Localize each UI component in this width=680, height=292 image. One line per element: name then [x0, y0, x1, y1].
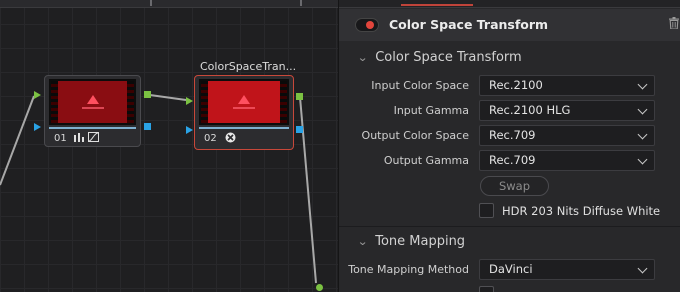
- node-01-thumbnail: [49, 79, 136, 125]
- input-color-space-label: Input Color Space: [371, 79, 469, 92]
- tone-mapping-method-dropdown[interactable]: DaVinci: [479, 259, 655, 280]
- node-01-rgb-input[interactable]: [34, 91, 41, 99]
- node-02-rgb-output[interactable]: [296, 93, 303, 100]
- output-gamma-label: Output Gamma: [383, 154, 469, 167]
- curve-icon: [88, 132, 99, 145]
- wire-node-02-to-output: [299, 96, 317, 284]
- dropdown-value: DaVinci: [489, 262, 533, 276]
- section-header-tone-mapping[interactable]: ⌄ Tone Mapping: [357, 234, 466, 249]
- section-divider: [339, 226, 680, 227]
- output-gamma-dropdown[interactable]: Rec.709: [479, 150, 655, 171]
- chevron-down-icon: ⌄: [357, 51, 369, 64]
- node-02-number: 02: [204, 133, 217, 144]
- node-01-alpha-output[interactable]: [144, 123, 151, 130]
- effect-enable-toggle[interactable]: [355, 18, 379, 32]
- node-02-rgb-input[interactable]: [186, 97, 193, 105]
- dropdown-value: Rec.709: [489, 128, 536, 142]
- node-01-alpha-input[interactable]: [34, 123, 41, 131]
- dropdown-value: Rec.709: [489, 153, 536, 167]
- chevron-down-icon: [637, 154, 648, 165]
- inspector-tabs: [339, 0, 680, 8]
- chevron-down-icon: [637, 79, 648, 90]
- thumbnail-text: [233, 107, 255, 109]
- trash-icon[interactable]: [669, 17, 679, 33]
- node-02-alpha-output[interactable]: [296, 126, 303, 133]
- section-title: Tone Mapping: [375, 234, 466, 249]
- node-02-label: ColorSpaceTran...: [200, 60, 297, 73]
- tone-mapping-method-label: Tone Mapping Method: [348, 263, 469, 276]
- node-01-bar: [49, 127, 136, 129]
- thumbnail-text: [81, 107, 104, 109]
- bars-icon: [74, 132, 85, 145]
- hdr-203-nits-checkbox[interactable]: [479, 203, 494, 218]
- node-01[interactable]: 01: [44, 75, 141, 147]
- effect-header: Color Space Transform: [339, 9, 680, 41]
- input-color-space-dropdown[interactable]: Rec.2100: [479, 75, 655, 96]
- active-tab-indicator: [401, 4, 473, 6]
- tone-mapping-option-checkbox[interactable]: [479, 286, 494, 292]
- swap-button[interactable]: Swap: [480, 176, 549, 196]
- toggle-dot: [366, 21, 374, 29]
- node-graph[interactable]: 01 ColorSpaceTran... 02: [0, 0, 338, 292]
- input-gamma-dropdown[interactable]: Rec.2100 HLG: [479, 100, 655, 121]
- section-header-color-space-transform[interactable]: ⌄ Color Space Transform: [357, 50, 522, 65]
- node-02-alpha-input[interactable]: [186, 126, 193, 134]
- node-02-bar: [199, 127, 289, 129]
- effect-title: Color Space Transform: [389, 17, 549, 32]
- thumbnail-logo: [86, 95, 99, 104]
- fx-icon: [225, 132, 236, 146]
- wire-node-01-to-node-02: [149, 94, 187, 101]
- thumbnail-logo: [238, 95, 250, 104]
- node-01-rgb-output[interactable]: [144, 91, 151, 98]
- dropdown-value: Rec.2100 HLG: [489, 103, 571, 117]
- dropdown-value: Rec.2100: [489, 78, 543, 92]
- hdr-203-nits-label: HDR 203 Nits Diffuse White: [502, 204, 661, 218]
- output-color-space-dropdown[interactable]: Rec.709: [479, 125, 655, 146]
- wire-input-to-node-01: [0, 95, 35, 186]
- inspector-panel: Color Space Transform ⌄ Color Space Trans…: [338, 0, 680, 292]
- section-title: Color Space Transform: [375, 50, 522, 65]
- chevron-down-icon: [637, 104, 648, 115]
- node-02-thumbnail: [199, 79, 289, 125]
- chevron-down-icon: [637, 129, 648, 140]
- output-node-input[interactable]: [316, 284, 323, 291]
- node-01-number: 01: [54, 133, 67, 144]
- input-gamma-label: Input Gamma: [393, 104, 469, 117]
- node-02[interactable]: 02: [194, 75, 294, 150]
- output-color-space-label: Output Color Space: [361, 129, 469, 142]
- chevron-down-icon: [637, 263, 648, 274]
- chevron-down-icon: ⌄: [357, 235, 369, 248]
